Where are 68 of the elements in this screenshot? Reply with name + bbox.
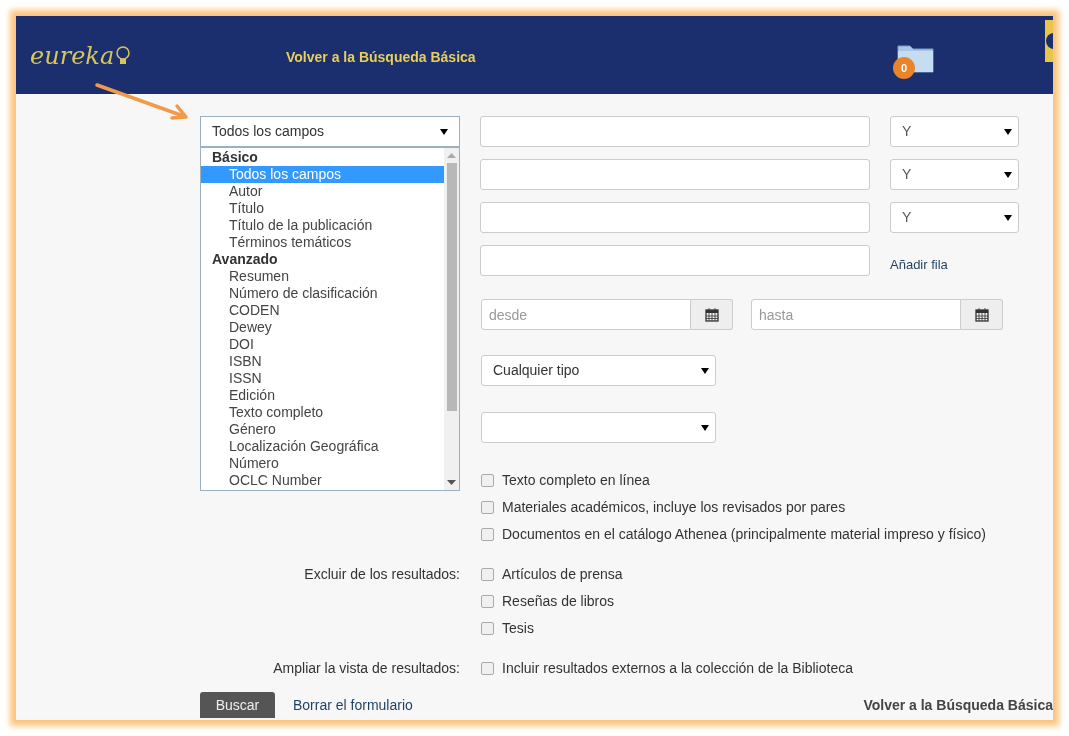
checkbox-label: Tesis: [502, 619, 534, 638]
select-field[interactable]: [481, 412, 716, 443]
list-option[interactable]: Localización Geográfica: [201, 438, 444, 455]
filter-label: Excluir de los resultados:: [304, 566, 460, 582]
list-option[interactable]: Texto completo: [201, 404, 444, 421]
scrollbar[interactable]: [444, 148, 459, 490]
checkbox-label: Texto completo en línea: [502, 471, 650, 490]
checkbox[interactable]: [481, 622, 494, 635]
group-heading: Básico: [211, 149, 259, 166]
list-option[interactable]: Género: [201, 421, 444, 438]
input-field[interactable]: [480, 116, 870, 147]
filter-label: Ampliar la vista de resultados:: [273, 660, 460, 676]
checkbox-label: Documentos en el catálogo Athenea (principalmente material impreso y físico): [502, 525, 987, 544]
checkbox-label: Reseñas de libros: [502, 592, 615, 611]
list-option[interactable]: ISBN: [201, 353, 444, 370]
logo[interactable]: eureka: [30, 42, 115, 70]
search-button[interactable]: Buscar: [200, 692, 275, 718]
caret-icon: [1004, 214, 1012, 221]
operator-select[interactable]: Y: [890, 202, 1019, 233]
scroll-down-icon[interactable]: [447, 480, 456, 485]
checkbox[interactable]: [481, 528, 494, 541]
scroll-up-icon[interactable]: [447, 153, 456, 158]
calendar-icon: [974, 307, 989, 322]
input-field[interactable]: [480, 245, 870, 276]
list-option[interactable]: Edición: [201, 387, 444, 404]
list-option[interactable]: Título: [201, 200, 444, 217]
lightbulb-icon: [116, 46, 130, 66]
count-badge: 0: [893, 57, 915, 79]
list-option[interactable]: Número de clasificación: [201, 285, 444, 302]
checkbox-label: Artículos de prensa: [502, 565, 623, 584]
checkbox[interactable]: [481, 568, 494, 581]
checkbox[interactable]: [481, 662, 494, 675]
list-option[interactable]: ISSN: [201, 370, 444, 387]
list-option[interactable]: DOI: [201, 336, 444, 353]
calendar-button[interactable]: [691, 299, 733, 330]
caret-icon: [701, 367, 709, 374]
checkbox[interactable]: [481, 474, 494, 487]
back-link[interactable]: Volver a la Búsqueda Básica: [286, 47, 476, 68]
caret-icon: [1004, 128, 1012, 135]
list-option[interactable]: Dewey: [201, 319, 444, 336]
operator-select[interactable]: Y: [890, 159, 1019, 190]
list-option[interactable]: Términos temáticos: [201, 234, 444, 251]
select-field[interactable]: Todos los campos: [200, 116, 460, 147]
checkbox[interactable]: [481, 595, 494, 608]
input-field[interactable]: [480, 159, 870, 190]
list-option[interactable]: Número: [201, 455, 444, 472]
back-link[interactable]: Volver a la Búsqueda Básica: [863, 694, 1053, 716]
checkbox-label: Incluir resultados externos a la colección de la Biblioteca: [502, 659, 853, 678]
caret-icon: [440, 128, 448, 135]
checkbox-label: Materiales académicos, incluye los revisados por pares: [502, 498, 846, 517]
caret-icon: [1004, 171, 1012, 178]
date-field[interactable]: hasta: [751, 299, 961, 330]
operator-select[interactable]: Y: [890, 116, 1019, 147]
list-option[interactable]: Resumen: [201, 268, 444, 285]
list-option[interactable]: OCLC Number: [201, 472, 444, 489]
input-field[interactable]: [480, 202, 870, 233]
list-option[interactable]: Autor: [201, 183, 444, 200]
group-heading: Avanzado: [211, 251, 279, 268]
calendar-icon: [704, 307, 719, 322]
type-select[interactable]: Cualquier tipo: [481, 355, 716, 386]
list-option[interactable]: CODEN: [201, 302, 444, 319]
caret-icon: [701, 424, 709, 431]
checkbox[interactable]: [481, 501, 494, 514]
list-option[interactable]: Título de la publicación: [201, 217, 444, 234]
add-row-link[interactable]: Añadir fila: [890, 254, 948, 275]
date-field[interactable]: desde: [481, 299, 691, 330]
clear-form-link[interactable]: Borrar el formulario: [293, 694, 413, 716]
calendar-button[interactable]: [961, 299, 1003, 330]
